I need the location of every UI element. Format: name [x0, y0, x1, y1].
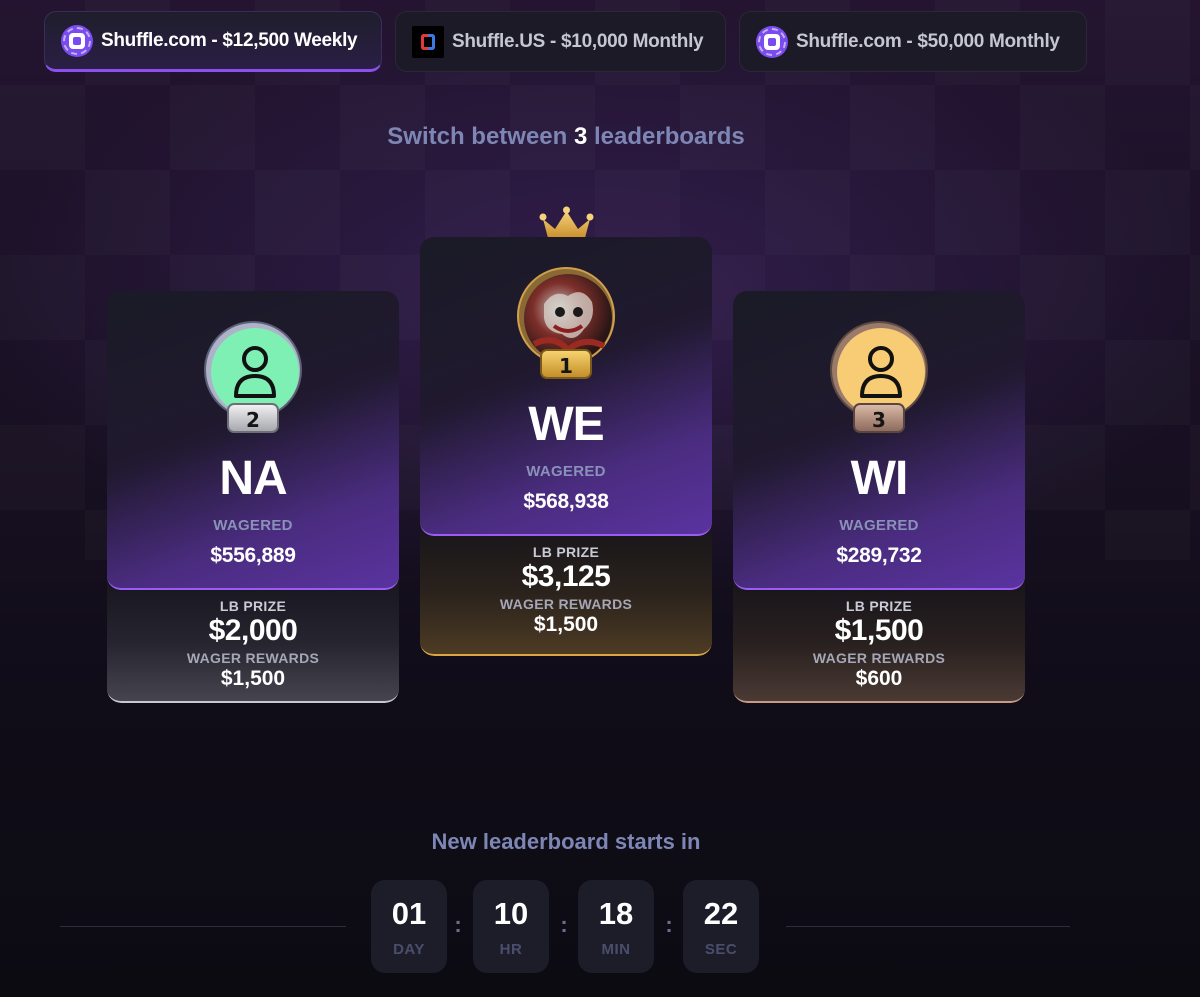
wager-rewards-label: WAGER REWARDS [812, 650, 946, 666]
user-icon [860, 346, 902, 398]
wager-rewards-label: WAGER REWARDS [499, 596, 633, 612]
switch-text-suffix: leaderboards [587, 123, 745, 150]
lb-prize-value: $1,500 [834, 614, 924, 647]
wager-rewards-label: WAGER REWARDS [186, 650, 320, 666]
shuffle-chip-icon [756, 25, 788, 58]
podium-card-rank-3: LB PRIZE $1,500 WAGER REWARDS $600 3 WI … [733, 291, 1025, 703]
countdown-value: 10 [493, 896, 529, 931]
tab-label: Shuffle.com - $50,000 Monthly [796, 30, 1060, 52]
leaderboard-count: 3 [573, 123, 588, 150]
player-name: NA [219, 452, 287, 505]
player-name: WE [528, 398, 604, 451]
shuffle-chip-icon [61, 24, 93, 57]
prize-section: LB PRIZE $1,500 WAGER REWARDS $600 [733, 571, 1025, 703]
wagered-label: WAGERED [526, 463, 606, 480]
rank-badge: 3 [853, 403, 905, 433]
countdown-days: 01 DAY [371, 880, 447, 973]
prize-section: LB PRIZE $3,125 WAGER REWARDS $1,500 [420, 517, 712, 656]
switch-text-prefix: Switch between [387, 123, 574, 150]
wager-rewards-value: $1,500 [220, 667, 286, 690]
player-section: 3 WI WAGERED $289,732 [733, 291, 1025, 590]
countdown-separator: : [454, 912, 462, 937]
podium-card-rank-2: LB PRIZE $2,000 WAGER REWARDS $1,500 2 N… [107, 291, 399, 703]
wagered-value: $556,889 [210, 544, 296, 567]
player-section: 2 NA WAGERED $556,889 [107, 291, 399, 590]
lb-prize-value: $2,000 [208, 614, 298, 647]
tab-label: Shuffle.US - $10,000 Monthly [452, 30, 704, 52]
countdown-value: 01 [391, 896, 427, 931]
tab-shuffle-monthly[interactable]: Shuffle.com - $50,000 Monthly [739, 11, 1087, 72]
countdown-minutes: 18 MIN [578, 880, 654, 973]
tab-label: Shuffle.com - $12,500 Weekly [101, 29, 358, 51]
countdown-value: 18 [598, 896, 634, 931]
countdown-hours: 10 HR [473, 880, 549, 973]
podium-card-rank-1: LB PRIZE $3,125 WAGER REWARDS $1,500 1 W… [420, 237, 712, 656]
prize-section: LB PRIZE $2,000 WAGER REWARDS $1,500 [107, 571, 399, 703]
countdown-unit: MIN [601, 941, 631, 958]
lb-prize-label: LB PRIZE [845, 598, 913, 614]
rank-badge: 2 [227, 403, 279, 433]
player-section: 1 WE WAGERED $568,938 [420, 237, 712, 536]
wagered-value: $289,732 [836, 544, 922, 567]
wagered-label: WAGERED [213, 517, 293, 534]
rank-badge: 1 [540, 349, 592, 379]
countdown-unit: DAY [393, 941, 425, 958]
lb-prize-value: $3,125 [521, 560, 611, 593]
user-icon [234, 346, 276, 398]
countdown-separator: : [665, 912, 673, 937]
countdown-separator: : [560, 912, 568, 937]
switch-leaderboards-text: Switch between 3 leaderboards [0, 123, 1132, 151]
countdown-title: New leaderboard starts in [431, 829, 701, 854]
divider-right [786, 926, 1070, 927]
player-name: WI [850, 452, 909, 505]
lb-prize-label: LB PRIZE [532, 544, 600, 560]
tab-shuffle-us-monthly[interactable]: Shuffle.US - $10,000 Monthly [395, 11, 726, 72]
wagered-label: WAGERED [839, 517, 919, 534]
countdown-unit: SEC [704, 941, 738, 958]
countdown-seconds: 22 SEC [683, 880, 759, 973]
lb-prize-label: LB PRIZE [219, 598, 287, 614]
wager-rewards-value: $600 [855, 667, 903, 690]
divider-left [60, 926, 346, 927]
wager-rewards-value: $1,500 [533, 613, 599, 636]
countdown-unit: HR [499, 941, 523, 958]
shuffle-us-icon [412, 25, 444, 58]
tab-shuffle-weekly[interactable]: Shuffle.com - $12,500 Weekly [44, 11, 382, 72]
wagered-value: $568,938 [523, 490, 609, 513]
countdown-value: 22 [703, 896, 739, 931]
